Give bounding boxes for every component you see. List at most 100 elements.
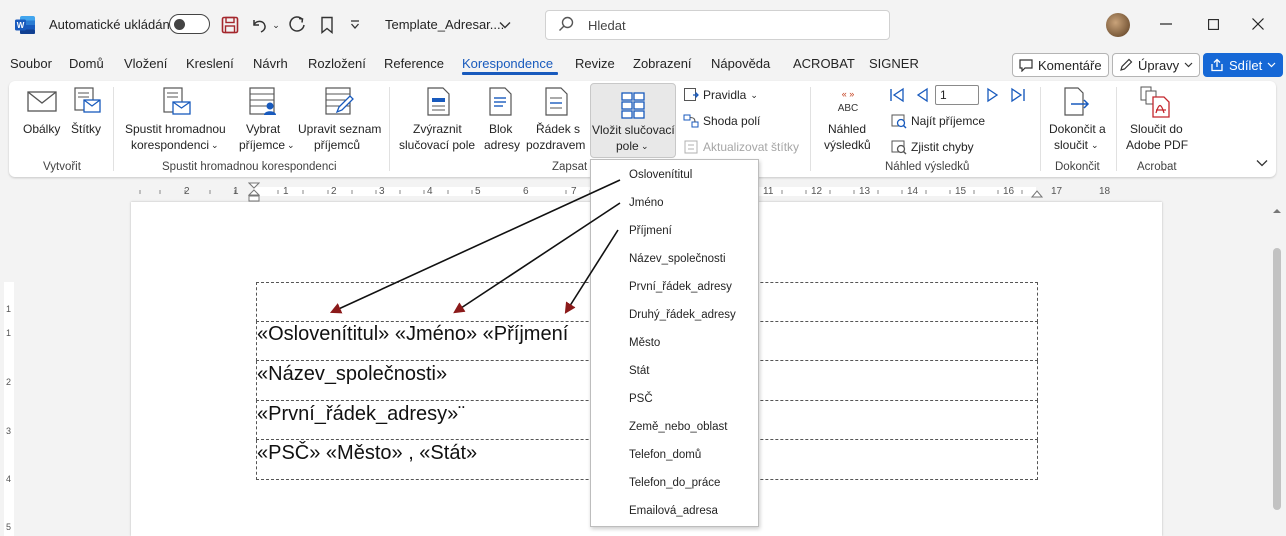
vruler-number: 2 [6, 377, 12, 387]
group-label-zapsat: Zapsat [552, 161, 588, 173]
update-labels-button[interactable]: Aktualizovat štítky [683, 139, 799, 155]
maximize-icon[interactable] [1193, 10, 1233, 38]
pencil-icon [1120, 58, 1133, 71]
merge-field-line-company[interactable]: «Název_společnosti» [257, 363, 447, 386]
menu-item-oslovenititul[interactable]: Oslovenítitul [629, 169, 692, 181]
ruler-number: 2 [184, 186, 190, 197]
check-errors-button[interactable]: Zjistit chyby [891, 139, 974, 155]
save-icon[interactable] [219, 13, 241, 37]
search-box[interactable] [545, 10, 890, 40]
previous-record-icon[interactable] [914, 87, 930, 103]
select-recipients-icon [249, 87, 276, 115]
tab-rozlozeni[interactable]: Rozložení [308, 56, 366, 71]
vertical-ruler: 1 1 2 3 4 5 [0, 202, 18, 536]
tab-domu[interactable]: Domů [69, 56, 104, 71]
next-record-icon[interactable] [985, 87, 1001, 103]
close-icon[interactable] [1238, 10, 1278, 38]
menu-item-nazev-spolecnosti[interactable]: Název_společnosti [629, 253, 726, 265]
tab-kresleni[interactable]: Kreslení [186, 56, 234, 71]
tab-vlozeni[interactable]: Vložení [124, 56, 167, 71]
menu-item-emailova-adresa[interactable]: Emailová_adresa [629, 505, 718, 517]
merge-to-pdf-line1: Sloučit do [1130, 122, 1183, 136]
document-title[interactable]: Template_Adresar.... [385, 17, 504, 32]
title-bar: W Automatické ukládání ⌄ Template_Adresa… [0, 0, 1286, 50]
comments-button[interactable]: Komentáře [1012, 53, 1109, 77]
minimize-icon[interactable] [1146, 10, 1186, 38]
menu-item-telefon-domu[interactable]: Telefon_domů [629, 449, 701, 461]
edit-recipient-list-icon [325, 87, 354, 115]
merge-field-line-city[interactable]: «PSČ» «Město» , «Stát» [257, 442, 477, 465]
ruler-number: 2 [331, 186, 337, 197]
last-record-icon[interactable] [1010, 87, 1026, 103]
menu-item-jmeno[interactable]: Jméno [629, 197, 664, 209]
scrollbar-thumb[interactable] [1273, 248, 1281, 510]
scroll-up-icon[interactable] [1271, 206, 1283, 216]
tab-zobrazeni[interactable]: Zobrazení [633, 56, 692, 71]
right-indent-marker-icon[interactable] [1031, 188, 1043, 198]
adobe-pdf-icon [1140, 86, 1170, 118]
avatar[interactable] [1106, 13, 1130, 37]
labels-button[interactable]: Štítky [71, 121, 101, 137]
menu-item-prijmeni[interactable]: Příjmení [629, 225, 672, 237]
menu-item-prvni-radek-adresy[interactable]: První_řádek_adresy [629, 281, 732, 293]
match-fields-button[interactable]: Shoda polí [683, 113, 760, 129]
envelope-icon [27, 91, 57, 112]
insert-merge-field-line2: pole [616, 139, 639, 153]
undo-icon[interactable] [249, 13, 269, 37]
customize-toolbar-icon[interactable] [346, 13, 364, 37]
preview-results-line1: Náhled [828, 122, 867, 136]
menu-item-telefon-do-prace[interactable]: Telefon_do_práce [629, 477, 720, 489]
title-chevron-down-icon[interactable] [497, 13, 513, 37]
bookmark-icon[interactable] [317, 13, 337, 37]
tab-acrobat[interactable]: ACROBAT [793, 56, 855, 71]
tab-napoveda[interactable]: Nápověda [711, 56, 770, 71]
search-input[interactable] [588, 16, 878, 34]
edit-recipient-list-line2: příjemců [314, 138, 361, 152]
select-recipients-line2: příjemce [239, 138, 286, 152]
check-errors-label: Zjistit chyby [911, 140, 974, 154]
menu-item-stat[interactable]: Stát [629, 365, 649, 377]
greeting-line-line1: Řádek s [536, 122, 581, 136]
rules-button[interactable]: Pravidla ⌄ [683, 87, 758, 103]
vruler-number: 1 [6, 304, 12, 314]
highlight-fields-line2: slučovací pole [399, 138, 476, 152]
menu-item-mesto[interactable]: Město [629, 337, 660, 349]
tab-revize[interactable]: Revize [575, 56, 615, 71]
menu-item-zeme-nebo-oblast[interactable]: Země_nebo_oblast [629, 421, 727, 433]
indent-marker-icon[interactable] [248, 182, 260, 202]
envelopes-button[interactable]: Obálky [23, 121, 60, 137]
find-recipient-button[interactable]: Najít příjemce [891, 113, 985, 129]
vertical-ruler-writing-area [4, 282, 14, 536]
group-separator [113, 87, 114, 171]
match-fields-label: Shoda polí [703, 114, 761, 128]
undo-dropdown-icon[interactable]: ⌄ [270, 13, 282, 37]
tab-soubor[interactable]: Soubor [10, 56, 52, 71]
first-record-icon[interactable] [889, 87, 905, 103]
tab-signer[interactable]: SIGNER [869, 56, 919, 71]
tab-korespondence[interactable]: Korespondence [462, 56, 553, 71]
ruler-number: 14 [907, 186, 919, 197]
insert-merge-field-button[interactable]: Vložit slučovací pole ⌄ [590, 83, 676, 158]
redo-icon[interactable] [287, 13, 307, 37]
record-number-input[interactable]: 1 [935, 85, 979, 105]
menu-item-psc[interactable]: PSČ [629, 393, 653, 405]
edit-mode-button[interactable]: Úpravy [1112, 53, 1201, 77]
insert-merge-field-chevron-icon: ⌄ [641, 141, 649, 151]
group-separator [1116, 87, 1117, 171]
svg-text:ABC: ABC [838, 103, 859, 114]
find-recipient-label: Najít příjemce [911, 114, 986, 128]
share-button[interactable]: Sdílet [1203, 53, 1284, 77]
collapse-ribbon-icon[interactable] [1256, 159, 1268, 167]
merge-field-line-name[interactable]: «Oslovenítitul» «Jméno» «Příjmení [257, 323, 568, 346]
merge-field-line-address[interactable]: «První_řádek_adresy»¨ [257, 403, 465, 426]
ruler-number: 15 [955, 186, 967, 197]
tab-navrh[interactable]: Návrh [253, 56, 288, 71]
address-block-line1: Blok [489, 122, 513, 136]
menu-item-druhy-radek-adresy[interactable]: Druhý_řádek_adresy [629, 309, 736, 321]
match-fields-icon [683, 114, 699, 128]
autosave-toggle[interactable] [169, 14, 210, 34]
group-separator [810, 87, 811, 171]
tab-reference[interactable]: Reference [384, 56, 444, 71]
comments-label: Komentáře [1038, 57, 1102, 73]
share-icon [1211, 58, 1223, 72]
